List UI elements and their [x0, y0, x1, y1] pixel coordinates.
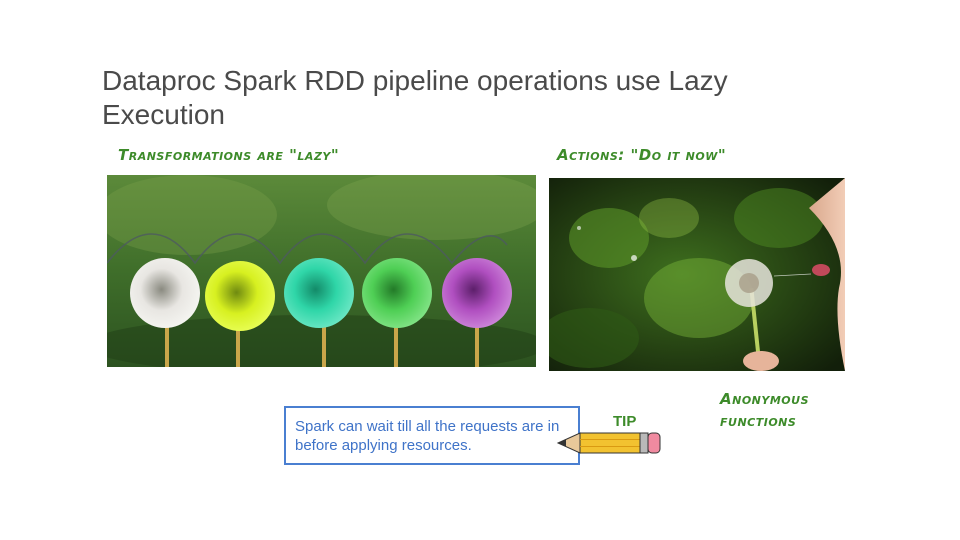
pencil-icon [556, 428, 664, 458]
dandelions-in-a-row-image [107, 175, 536, 367]
actions-label: Actions: "Do it now" [557, 146, 727, 164]
transformations-label: Transformations are "lazy" [118, 146, 340, 164]
blowing-dandelion-image [549, 178, 845, 371]
tip-text: Spark can wait till all the requests are… [295, 418, 560, 454]
tip-box: Spark can wait till all the requests are… [284, 406, 580, 465]
slide-title: Dataproc Spark RDD pipeline operations u… [102, 65, 728, 130]
anonymous-functions-label: Anonymous functions [720, 390, 809, 430]
